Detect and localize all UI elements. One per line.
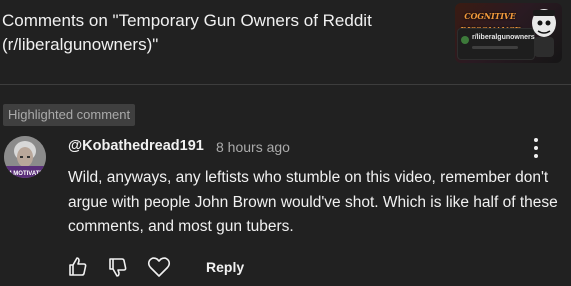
heart-icon[interactable]: [146, 255, 172, 279]
avatar[interactable]: M MOTIVATE: [4, 136, 46, 178]
avatar-image: M MOTIVATE: [4, 136, 46, 178]
kebab-dot: [534, 154, 538, 158]
highlighted-comment-label: Highlighted comment: [3, 104, 136, 126]
avatar-text: M MOTIVATE: [7, 171, 44, 177]
reply-button[interactable]: Reply: [206, 259, 244, 275]
thumbnail-card-title: r/liberalgunowners: [472, 34, 535, 41]
kebab-dot: [534, 138, 538, 142]
comment-timestamp[interactable]: 8 hours ago: [216, 139, 290, 155]
video-title[interactable]: Comments on "Temporary Gun Owners of Red…: [2, 9, 432, 57]
more-options-icon[interactable]: [529, 136, 543, 160]
video-thumbnail[interactable]: COGNITIVE DISSONANCE r/liberalgunowners: [455, 3, 562, 63]
comment-author[interactable]: @Kobathedread191: [68, 138, 204, 154]
subreddit-icon: [461, 36, 469, 44]
thumbs-up-icon[interactable]: [66, 255, 90, 279]
kebab-dot: [534, 146, 538, 150]
thumbnail-card-line: [472, 46, 518, 49]
video-header: Comments on "Temporary Gun Owners of Red…: [0, 0, 571, 84]
thumbnail-banner-text: COGNITIVE DISSONANCE: [460, 11, 521, 35]
comments-page: Comments on "Temporary Gun Owners of Red…: [0, 0, 571, 286]
header-divider: [0, 84, 571, 85]
thumbnail-reddit-card: r/liberalgunowners: [457, 28, 535, 60]
thumbs-down-icon[interactable]: [106, 255, 130, 279]
comment-text: Wild, anyways, any leftists who stumble …: [68, 169, 558, 235]
cartoon-figure-icon: [532, 9, 556, 57]
